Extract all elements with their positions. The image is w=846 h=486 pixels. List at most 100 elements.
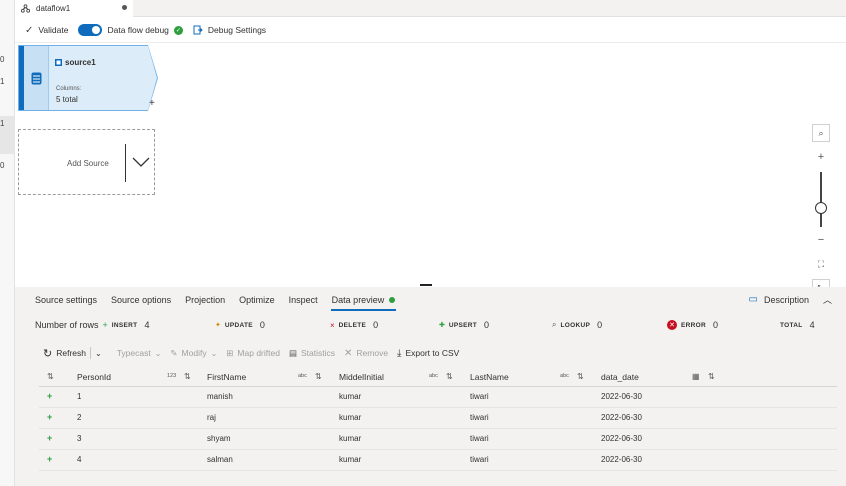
cell-lastname: tiwari [470, 392, 489, 401]
calendar-icon: ▦ [692, 372, 700, 381]
add-source-placeholder[interactable]: Add Source [18, 129, 155, 195]
refresh-label: Refresh [56, 348, 86, 358]
error-icon: ✕ [667, 320, 677, 330]
debug-settings-label: Debug Settings [207, 25, 267, 35]
upsert-label: UPSERT [448, 321, 478, 329]
tab-source-options[interactable]: Source options [104, 287, 178, 312]
insert-row-icon: + [47, 391, 53, 401]
preview-toolbar: ↻ Refresh ⌄ Typecast ⌄ ✎ Modify ⌄ ⊞ Map … [15, 342, 846, 364]
type-tag: abc [298, 373, 307, 379]
sort-icon[interactable]: ⇅ [708, 372, 715, 381]
search-icon[interactable]: ⌕ [812, 124, 830, 142]
table-row: + 1 manish kumar tiwari 2022-06-30 [39, 387, 837, 408]
insert-icon: + [102, 320, 108, 330]
tab-data-preview[interactable]: Data preview [325, 287, 403, 312]
zoom-out-icon[interactable]: − [812, 231, 830, 249]
remove-button[interactable]: ✕ Remove [344, 348, 388, 359]
add-source-divider [125, 144, 126, 182]
description-button[interactable]: ▭ Description ︿ [749, 293, 833, 306]
zoom-controls: ⌕ + − ⛶ ⤡ [812, 124, 832, 303]
cell-middelinitial: kumar [339, 413, 362, 422]
debug-toggle[interactable] [78, 24, 103, 36]
upsert-value: 0 [484, 320, 490, 330]
tab-inspect[interactable]: Inspect [282, 287, 325, 312]
status-dot-icon [389, 296, 396, 303]
column-header[interactable]: LastName [470, 372, 509, 382]
sort-icon[interactable]: ⇅ [446, 372, 453, 381]
statistics-icon: ▤ [288, 347, 297, 358]
upsert-icon: ✚ [439, 322, 445, 329]
tab-projection[interactable]: Projection [178, 287, 232, 312]
refresh-button[interactable]: ↻ Refresh ⌄ [43, 347, 102, 360]
left-strip-num: 1 [0, 119, 5, 128]
zoom-slider-thumb[interactable] [815, 202, 827, 214]
validate-label: Validate [38, 25, 69, 35]
export-label: Export to CSV [405, 348, 460, 358]
cell-firstname: shyam [207, 434, 231, 443]
cell-data-date: 2022-06-30 [601, 392, 642, 401]
update-label: UPDATE [224, 321, 253, 329]
chevron-up-icon[interactable]: ︿ [823, 293, 832, 306]
lookup-value: 0 [597, 320, 603, 330]
tab-optimize[interactable]: Optimize [232, 287, 282, 312]
sort-icon[interactable]: ⇅ [47, 372, 54, 381]
fit-to-screen-icon[interactable]: ⛶ [812, 255, 830, 273]
chevron-down-icon[interactable]: ⌄ [95, 349, 102, 358]
panel-splitter[interactable] [420, 284, 432, 286]
source-small-icon [55, 59, 62, 66]
cell-middelinitial: kumar [339, 455, 362, 464]
table-row: + 4 salman kumar tiwari 2022-06-30 [39, 450, 837, 471]
debug-settings-button[interactable]: Debug Settings [193, 25, 266, 35]
delete-stat: × DELETE 0 [330, 320, 378, 330]
delete-label: DELETE [338, 321, 367, 329]
statistics-button[interactable]: ▤ Statistics [289, 348, 335, 359]
sort-icon[interactable]: ⇅ [577, 372, 584, 381]
tab-title: dataflow1 [36, 4, 71, 13]
add-transform-icon[interactable]: + [149, 98, 155, 109]
map-drifted-button[interactable]: ⊞ Map drifted [226, 348, 280, 359]
data-preview-grid: ⇅ PersonId 123 ⇅ FirstName abc ⇅ MiddelI… [39, 367, 837, 471]
source-node[interactable]: source1 Columns: 5 total [18, 45, 158, 111]
delete-value: 0 [373, 320, 379, 330]
zoom-slider-track [820, 172, 822, 227]
database-icon [31, 72, 41, 84]
typecast-label: Typecast [116, 348, 151, 358]
dataflow-canvas[interactable]: source1 Columns: 5 total + Add Source ⌕ … [15, 44, 846, 297]
type-tag: abc [560, 373, 569, 379]
sort-icon[interactable]: ⇅ [315, 372, 322, 381]
debug-label: Data flow debug [107, 25, 169, 35]
tab-dataflow1[interactable]: dataflow1 [15, 0, 133, 17]
rows-label: Number of rows [35, 320, 99, 330]
left-strip-num: 0 [0, 55, 5, 64]
chevron-down-icon[interactable] [131, 150, 151, 174]
zoom-slider[interactable] [812, 172, 830, 227]
cell-firstname: salman [207, 455, 233, 464]
cell-middelinitial: kumar [339, 392, 362, 401]
zoom-in-icon[interactable]: + [812, 148, 830, 166]
tab-label: Data preview [331, 294, 385, 305]
modify-button[interactable]: ✎ Modify ⌄ [170, 348, 217, 359]
validate-button[interactable]: ✓ Validate [25, 25, 68, 36]
source-node-name: source1 [65, 58, 96, 67]
column-header[interactable]: PersonId [77, 372, 111, 382]
column-header[interactable]: MiddelInitial [339, 372, 384, 382]
export-csv-button[interactable]: ⤓ Export to CSV [397, 348, 459, 359]
map-drifted-label: Map drifted [237, 348, 280, 358]
grid-header: ⇅ PersonId 123 ⇅ FirstName abc ⇅ MiddelI… [39, 367, 837, 387]
column-header[interactable]: FirstName [207, 372, 246, 382]
tab-source-settings[interactable]: Source settings [28, 287, 104, 312]
source-node-title: source1 [55, 58, 96, 67]
column-header[interactable]: data_date [601, 372, 639, 382]
sort-icon[interactable]: ⇅ [184, 372, 191, 381]
typecast-button[interactable]: Typecast ⌄ [117, 348, 162, 358]
panel-tabs: Source settings Source options Projectio… [15, 287, 846, 312]
data-flow-debug[interactable]: Data flow debug ✓ [78, 24, 183, 36]
left-strip-num: 1 [0, 77, 5, 86]
delete-icon: × [330, 320, 335, 330]
total-value: 4 [809, 320, 815, 330]
upsert-stat: ✚ UPSERT 0 [439, 320, 489, 330]
tab-label: Inspect [288, 294, 318, 305]
chevron-down-icon: ⌄ [154, 348, 162, 358]
update-stat: ✦ UPDATE 0 [215, 320, 265, 330]
cell-lastname: tiwari [470, 434, 489, 443]
